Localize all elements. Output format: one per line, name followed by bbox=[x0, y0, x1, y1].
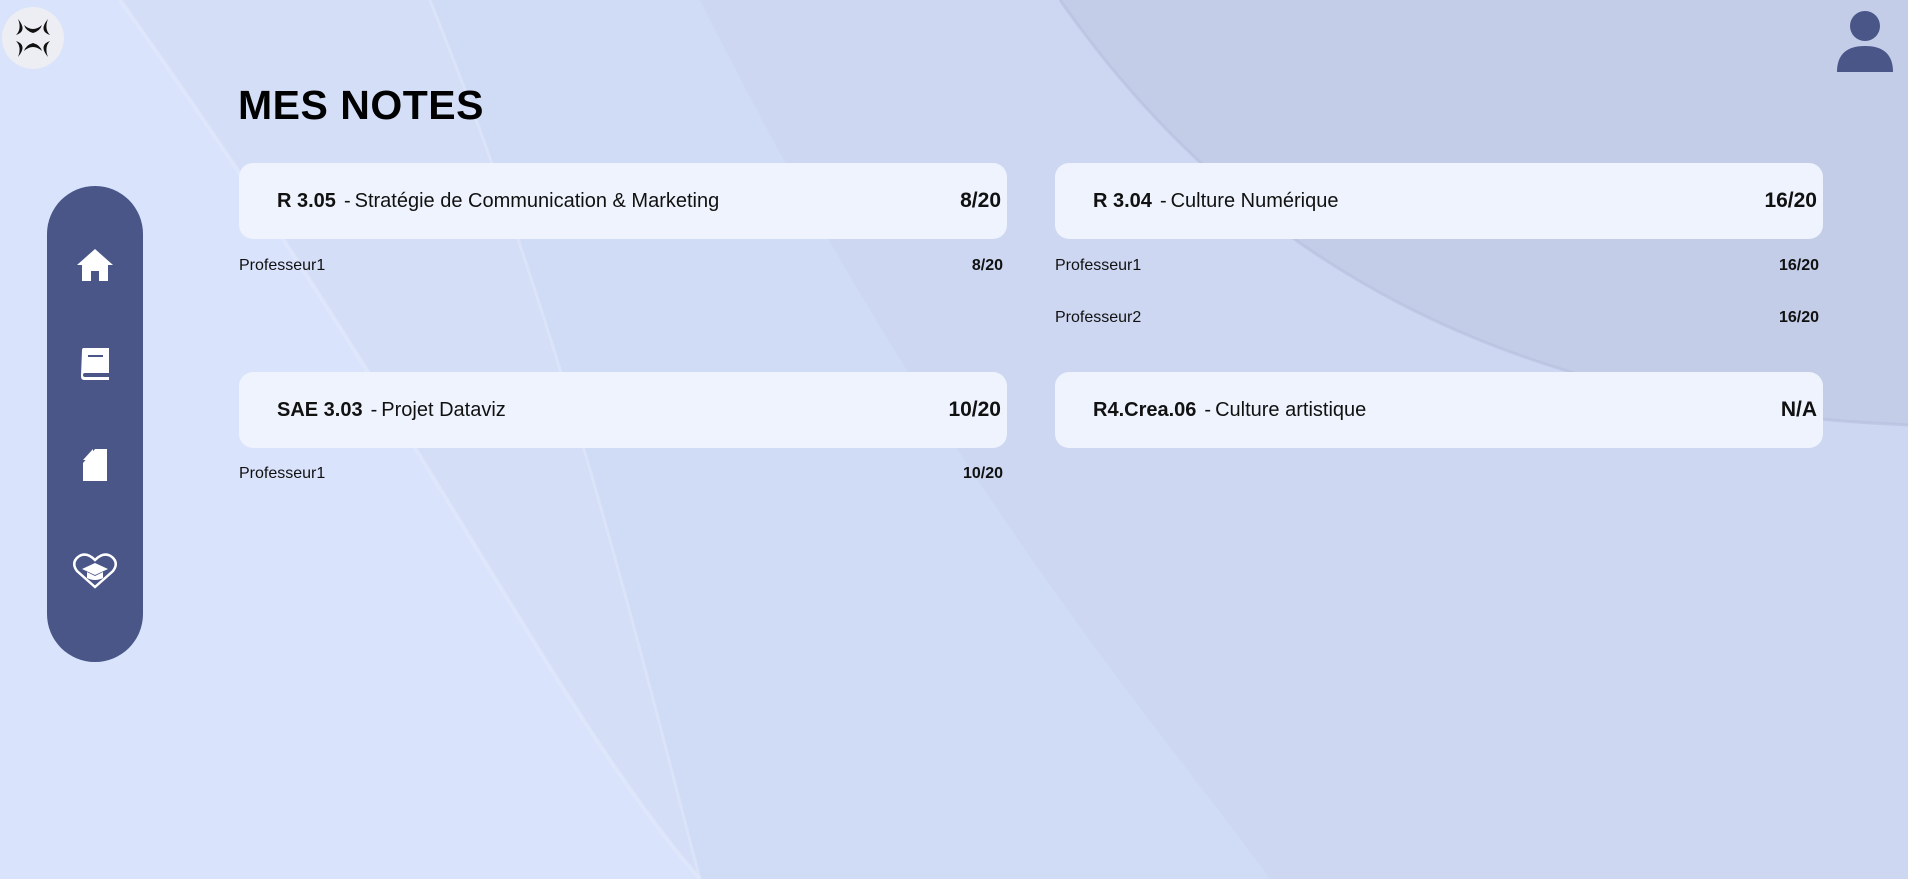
teacher-name: Professeur1 bbox=[1055, 257, 1142, 274]
course-code: R 3.04 bbox=[1093, 190, 1152, 212]
document-icon bbox=[83, 449, 107, 481]
teacher-grade: 8/20 bbox=[971, 257, 1003, 274]
teacher-row: Professeur1 8/20 bbox=[239, 255, 1003, 277]
anger-symbol-logo-icon bbox=[16, 19, 50, 57]
course-grade: 8/20 bbox=[960, 189, 1001, 212]
course-grade: 16/20 bbox=[1764, 189, 1817, 212]
title-separator: - bbox=[1159, 190, 1167, 212]
sidebar-item-courses[interactable] bbox=[71, 340, 119, 388]
sidebar-nav bbox=[47, 186, 143, 662]
user-avatar-icon bbox=[1837, 11, 1893, 72]
profile-button[interactable] bbox=[1836, 10, 1894, 72]
course-name: Culture Numérique bbox=[1170, 190, 1339, 212]
sidebar-item-grades[interactable] bbox=[71, 547, 119, 595]
teacher-grade: 16/20 bbox=[1778, 309, 1819, 326]
grade-card-sae303[interactable]: SAE 3.03- Projet Dataviz 10/20 bbox=[239, 372, 1007, 448]
course-name: Projet Dataviz bbox=[381, 399, 506, 421]
course-code: SAE 3.03 bbox=[277, 399, 363, 421]
grade-card-r4crea06[interactable]: R4.Crea.06- Culture artistique N/A bbox=[1055, 372, 1823, 448]
teacher-row: Professeur1 10/20 bbox=[239, 463, 1003, 485]
course-name: Stratégie de Communication & Marketing bbox=[354, 190, 720, 212]
course-name: Culture artistique bbox=[1215, 399, 1367, 421]
grade-card-r304[interactable]: R 3.04- Culture Numérique 16/20 bbox=[1055, 163, 1823, 239]
grade-card-r305[interactable]: R 3.05- Stratégie de Communication & Mark… bbox=[239, 163, 1007, 239]
page-title: MES NOTES bbox=[238, 82, 484, 128]
book-icon bbox=[81, 348, 109, 380]
graduation-cap-heart-icon bbox=[73, 553, 117, 589]
title-separator: - bbox=[343, 190, 351, 212]
sidebar-item-home[interactable] bbox=[71, 241, 119, 289]
title-separator: - bbox=[370, 399, 378, 421]
course-grade: 10/20 bbox=[948, 398, 1001, 421]
course-code: R4.Crea.06 bbox=[1093, 399, 1197, 421]
teacher-grade: 10/20 bbox=[962, 465, 1003, 482]
sidebar-item-documents[interactable] bbox=[71, 441, 119, 489]
teacher-grade: 16/20 bbox=[1778, 257, 1819, 274]
teacher-row: Professeur2 16/20 bbox=[1055, 307, 1819, 329]
teacher-name: Professeur2 bbox=[1055, 309, 1142, 326]
course-title: R4.Crea.06- Culture artistique bbox=[1093, 372, 1366, 448]
page: MES NOTES R 3.05- Stratégie de Communicat… bbox=[0, 0, 1908, 879]
course-grade: N/A bbox=[1780, 398, 1817, 421]
teacher-name: Professeur1 bbox=[239, 465, 326, 482]
teacher-name: Professeur1 bbox=[239, 257, 326, 274]
title-separator: - bbox=[1204, 399, 1212, 421]
course-code: R 3.05 bbox=[277, 190, 336, 212]
course-title: SAE 3.03- Projet Dataviz bbox=[277, 372, 506, 448]
home-icon bbox=[77, 249, 113, 281]
course-title: R 3.05- Stratégie de Communication & Mark… bbox=[277, 163, 719, 239]
course-title: R 3.04- Culture Numérique bbox=[1093, 163, 1338, 239]
teacher-row: Professeur1 16/20 bbox=[1055, 255, 1819, 277]
logo[interactable] bbox=[2, 7, 64, 69]
